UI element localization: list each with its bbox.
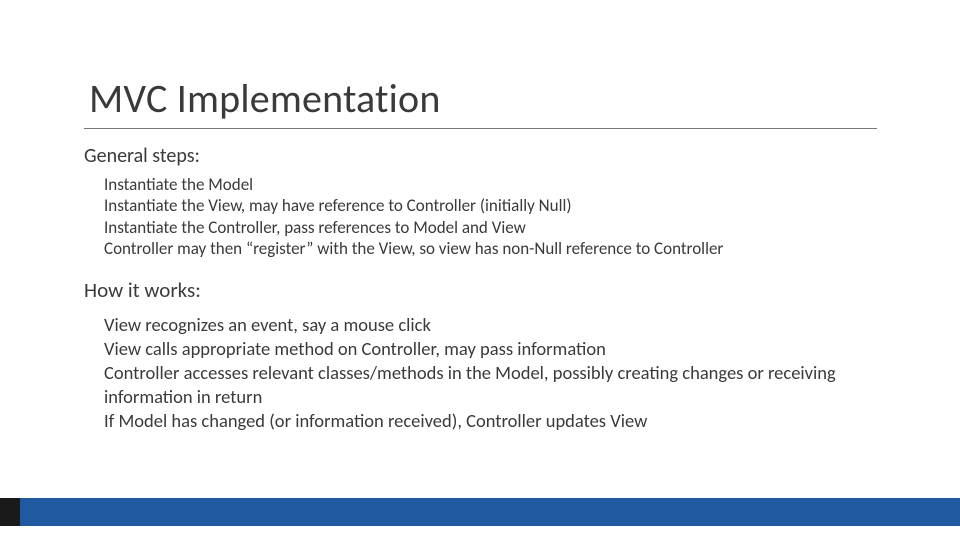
slide-title: MVC Implementation xyxy=(89,74,441,123)
footer-bar xyxy=(0,498,960,526)
section-label-how-it-works: How it works: xyxy=(84,277,884,303)
list-item: Instantiate the Model xyxy=(104,174,884,195)
slide: MVC Implementation General steps: Instan… xyxy=(0,0,960,540)
list-item: View recognizes an event, say a mouse cl… xyxy=(104,313,884,337)
footer-accent-blue xyxy=(20,498,960,526)
title-underline xyxy=(84,128,877,129)
list-item: If Model has changed (or information rec… xyxy=(104,409,884,433)
footer-accent-dark xyxy=(0,498,20,526)
page-number: 7 xyxy=(927,507,933,520)
list-item: Controller may then “register” with the … xyxy=(104,238,884,259)
list-item: Instantiate the View, may have reference… xyxy=(104,195,884,216)
section-label-general-steps: General steps: xyxy=(84,144,884,168)
slide-body: General steps: Instantiate the Model Ins… xyxy=(84,144,884,433)
list-item: Controller accesses relevant classes/met… xyxy=(104,361,884,409)
list-how-it-works: View recognizes an event, say a mouse cl… xyxy=(104,313,884,433)
list-item: Instantiate the Controller, pass referen… xyxy=(104,217,884,238)
list-general-steps: Instantiate the Model Instantiate the Vi… xyxy=(104,174,884,259)
list-item: View calls appropriate method on Control… xyxy=(104,337,884,361)
